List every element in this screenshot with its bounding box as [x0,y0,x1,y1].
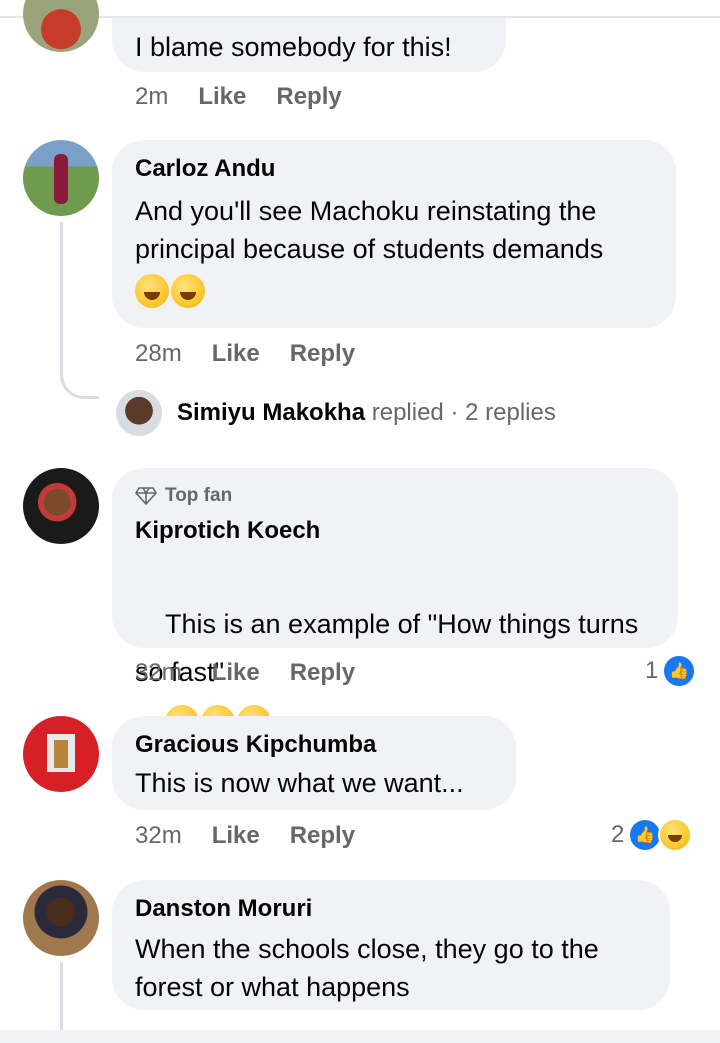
comment-time: 2m [135,83,169,110]
avatar[interactable] [23,880,99,956]
comment-time: 32m [135,822,182,849]
reply-avatar[interactable] [116,390,162,436]
comment-meta: 2m Like Reply [135,82,372,112]
commenter-name[interactable]: Gracious Kipchumba [135,730,494,760]
comment-time: 28m [135,340,182,367]
comment-meta: 32m Like Reply [135,821,385,851]
comment-text: When the schools close, they go to the f… [135,934,607,1002]
reply-button[interactable]: Reply [276,83,341,110]
comment-meta: 28m Like Reply [135,339,385,369]
comment-bubble: Carloz Andu And you'll see Machoku reins… [112,140,676,328]
avatar[interactable] [23,140,99,216]
reply-button[interactable]: Reply [290,822,355,849]
comment-text: This is now what we want... [135,768,464,798]
bottom-divider [0,1030,720,1043]
reply-thread-line [60,962,63,1032]
top-fan-badge: Top fan [135,484,656,508]
reaction-count: 2 [611,821,625,848]
commenter-name[interactable]: Kiprotich Koech [135,516,656,546]
avatar[interactable] [23,716,99,792]
reaction-count: 1 [645,657,659,684]
rolling-on-floor-laughing-emoji [135,274,169,308]
avatar[interactable] [23,468,99,544]
like-reaction-icon: 👍 [628,818,663,852]
like-button[interactable]: Like [198,83,246,110]
comment-text: And you'll see Machoku reinstating the p… [135,196,604,264]
reply-button[interactable]: Reply [290,340,355,367]
badge-label: Top fan [165,485,233,506]
reply-count: · 2 replies [450,399,556,426]
reply-author-name: Simiyu Makokha [177,399,366,426]
comment-time: 32m [135,659,182,686]
view-replies-link[interactable]: Simiyu Makokha replied · 2 replies [177,398,556,428]
commenter-name[interactable]: Carloz Andu [135,154,654,184]
like-button[interactable]: Like [212,340,260,367]
reaction-summary[interactable]: 1 👍 [645,654,697,688]
reply-button[interactable]: Reply [290,659,355,686]
commenter-name[interactable]: Danston Moruri [135,894,648,924]
reaction-summary[interactable]: 2 👍 [611,818,693,852]
comment-meta: 32m Like Reply [135,658,385,688]
comment-bubble: Top fan Kiprotich Koech This is an examp… [112,468,678,739]
comment-bubble: I blame somebody for this! [112,18,506,72]
comment-bubble: Gracious Kipchumba This is now what we w… [112,716,516,810]
avatar[interactable] [23,0,99,52]
grinning-sweat-emoji [171,274,205,308]
diamond-icon [135,487,157,505]
like-reaction-icon: 👍 [662,654,697,688]
reply-thread-line [60,222,99,399]
comment-bubble: Danston Moruri When the schools close, t… [112,880,670,1010]
like-button[interactable]: Like [212,822,260,849]
comment-text: I blame somebody for this! [135,32,452,62]
reply-action: replied [371,399,444,426]
haha-reaction-icon [658,818,693,852]
emoji-row [135,274,654,308]
like-button[interactable]: Like [212,659,260,686]
